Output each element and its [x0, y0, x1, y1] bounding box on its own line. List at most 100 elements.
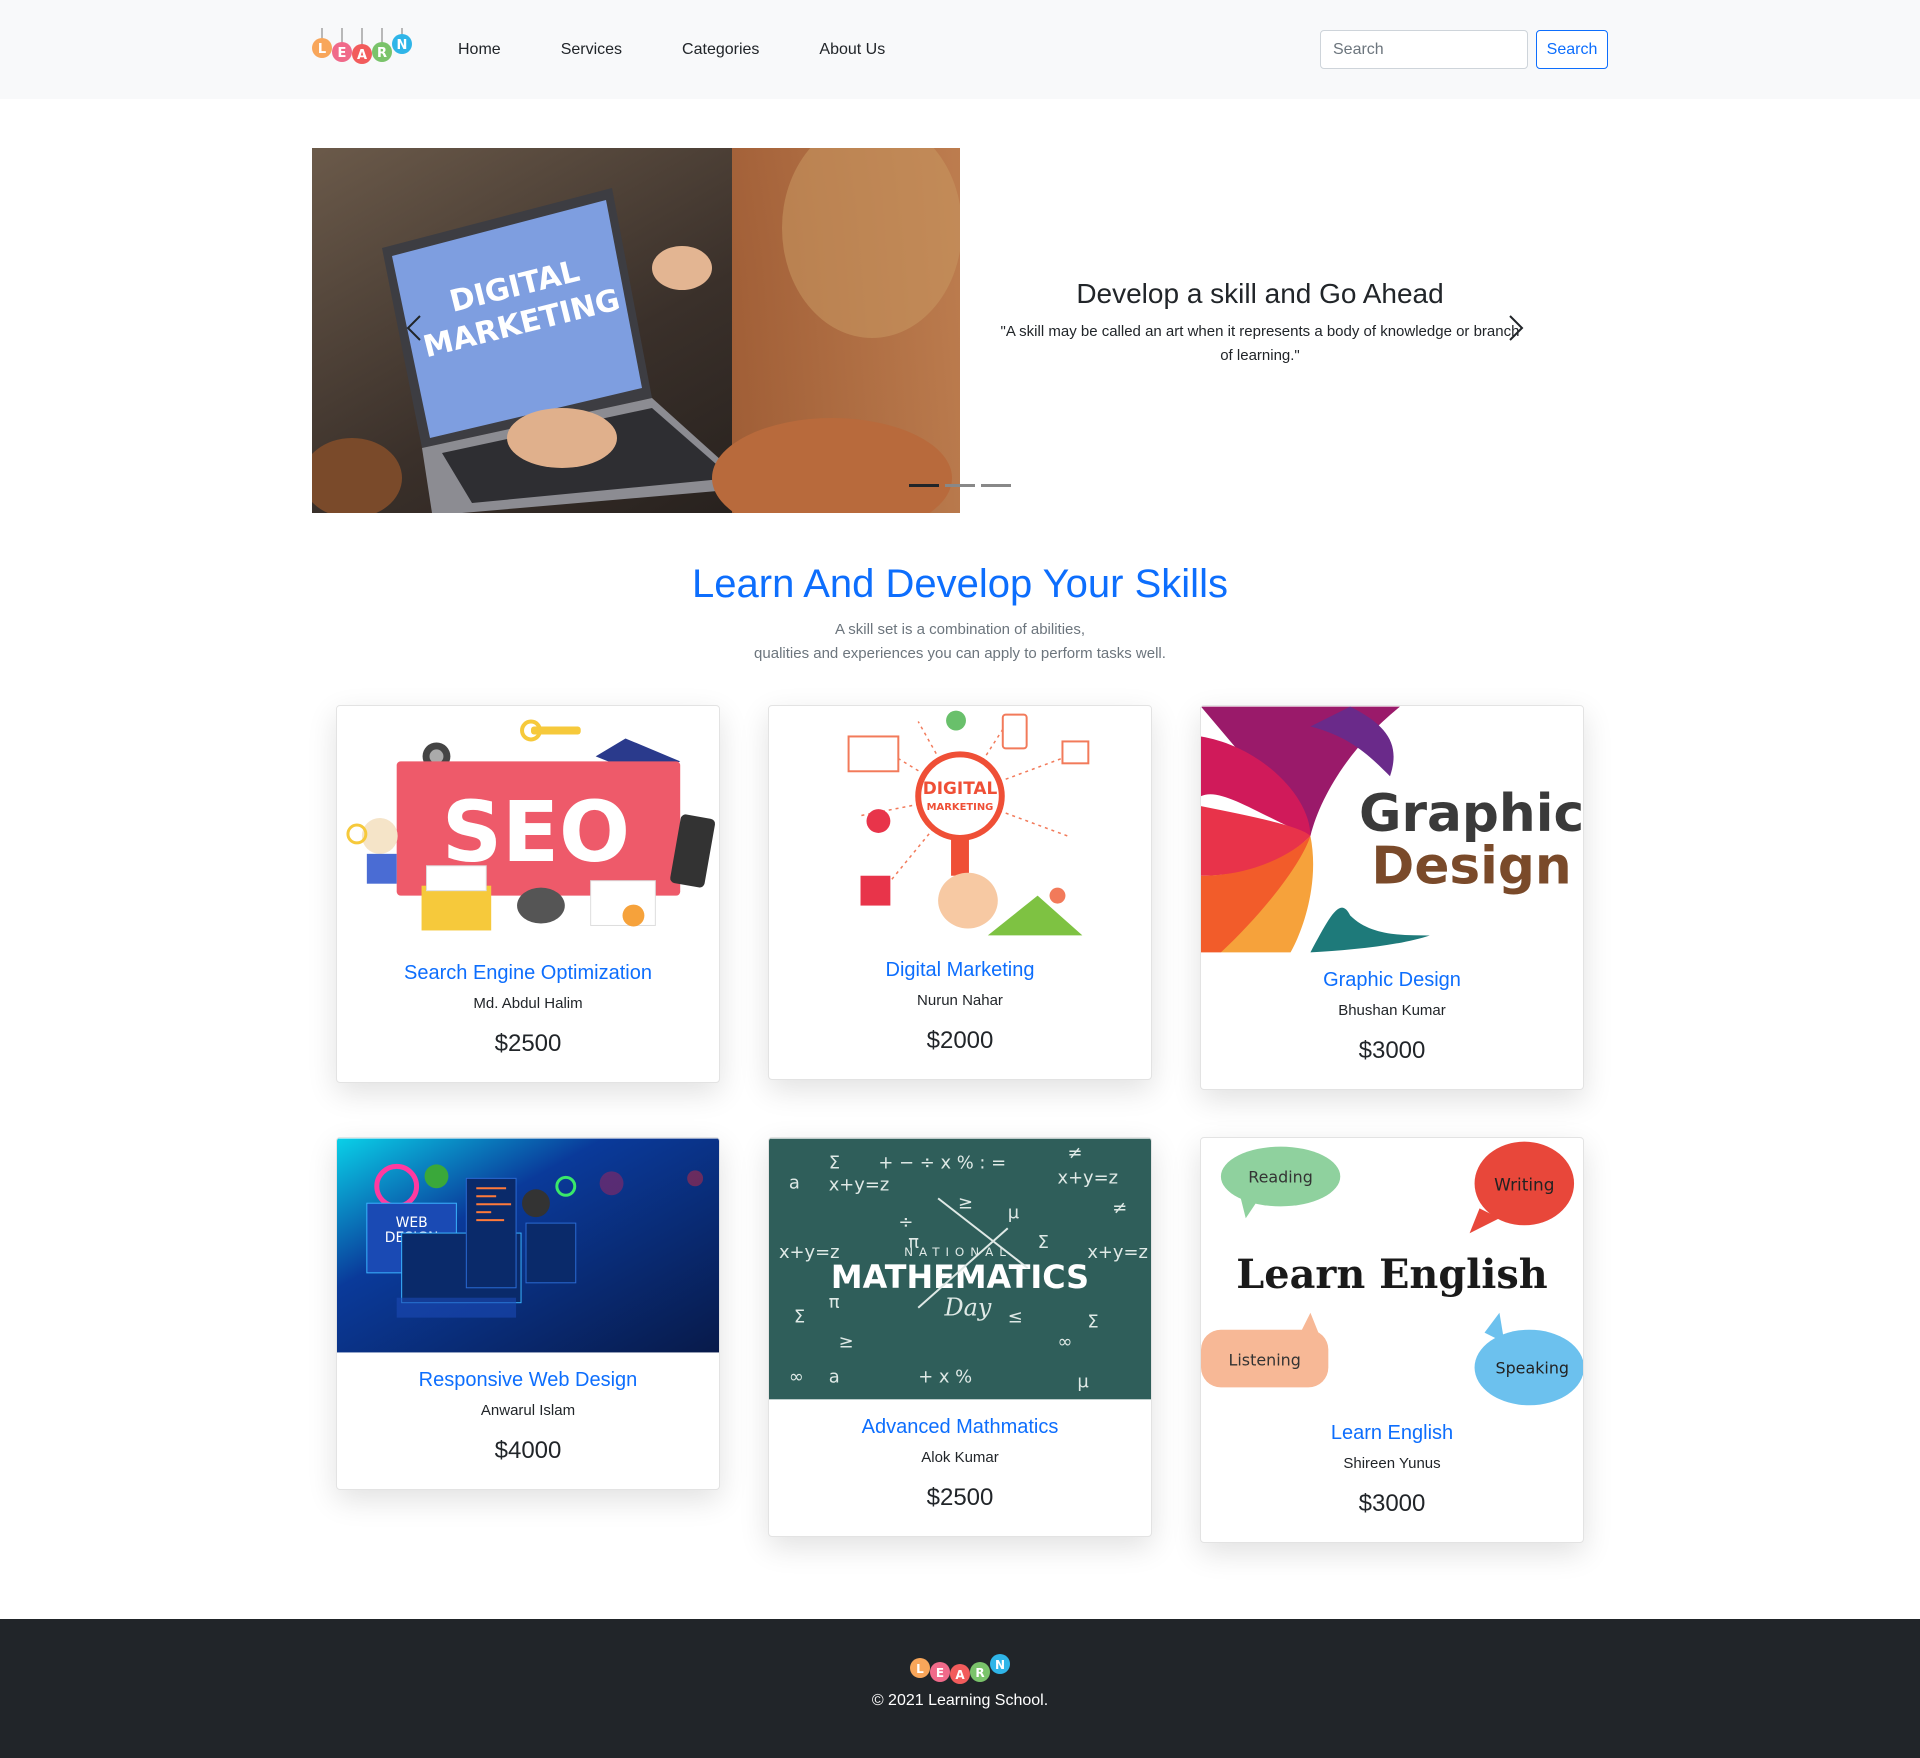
footer-logo[interactable]: L E A R N: [910, 1648, 1010, 1684]
course-image-digital-marketing: DIGITAL MARKETING: [769, 706, 1151, 943]
svg-text:a: a: [789, 1172, 800, 1193]
svg-text:x+y=z: x+y=z: [1087, 1242, 1148, 1263]
course-image-learn-english: Reading Writing Learn English Listening …: [1201, 1138, 1583, 1406]
course-card-body: Responsive Web Design Anwarul Islam $400…: [337, 1353, 719, 1489]
nav-links: Home Services Categories About Us: [458, 0, 945, 99]
course-card-responsive-web-design[interactable]: WEB DESIGN Responsive Web Design Anwarul…: [336, 1137, 720, 1490]
svg-text:Day: Day: [944, 1294, 992, 1322]
svg-text:Σ: Σ: [1087, 1312, 1098, 1333]
svg-text:+ x %: + x %: [918, 1366, 972, 1387]
course-author: Anwarul Islam: [480, 1402, 576, 1419]
seo-illustration: SEO: [337, 706, 719, 946]
course-card-advanced-mathmatics[interactable]: Σ + − ÷ x % : = ≠ a x+y=z x+y=z ≥ μ ÷ π Σ ≠ x+y=…: [768, 1137, 1152, 1537]
svg-text:N: N: [995, 1658, 1005, 1672]
course-title[interactable]: Search Engine Optimization: [337, 962, 719, 985]
carousel-indicator-1[interactable]: [909, 484, 939, 487]
svg-text:A: A: [955, 1668, 965, 1682]
carousel-indicators: [909, 484, 1017, 487]
svg-text:R: R: [377, 46, 387, 61]
section-subtitle-line-2: qualities and experiences you can apply …: [754, 645, 1166, 662]
carousel-next-button[interactable]: [1500, 308, 1530, 348]
graphic-design-image-text: Graphic: [1359, 784, 1583, 844]
svg-text:A: A: [357, 48, 367, 63]
course-author: Nurun Nahar: [917, 992, 1003, 1009]
hero-carousel: DIGITAL MARKETING Develop a skill and Go…: [312, 148, 1608, 513]
course-author: Alok Kumar: [921, 1449, 999, 1466]
chevron-right-icon: [1509, 315, 1524, 341]
svg-text:≥: ≥: [958, 1192, 973, 1213]
footer: L E A R N © 2021 Learning School.: [0, 1619, 1920, 1758]
svg-text:≠: ≠: [1112, 1197, 1127, 1218]
footer-copyright: © 2021 Learning School.: [871, 1692, 1049, 1709]
svg-text:MARKETING: MARKETING: [927, 802, 994, 813]
svg-text:Design: Design: [1371, 837, 1571, 897]
bubble-writing: Writing: [1494, 1174, 1554, 1194]
svg-text:≥: ≥: [839, 1332, 854, 1353]
course-price: $2000: [926, 1027, 994, 1054]
course-card-body: Advanced Mathmatics Alok Kumar $2500: [769, 1400, 1151, 1536]
svg-text:≠: ≠: [1067, 1143, 1082, 1164]
svg-text:Σ: Σ: [829, 1153, 840, 1174]
course-price: $4000: [494, 1437, 562, 1464]
carousel-indicator-3[interactable]: [981, 484, 1011, 487]
learn-logo[interactable]: L E A R N: [312, 26, 412, 66]
svg-text:Σ: Σ: [1038, 1232, 1049, 1253]
learn-logo-icon: L E A R N: [910, 1654, 1010, 1684]
svg-text:∞: ∞: [789, 1366, 804, 1387]
course-price: $3000: [1358, 1037, 1426, 1064]
course-author: Md. Abdul Halim: [473, 995, 583, 1012]
course-price: $3000: [1358, 1490, 1426, 1517]
course-title[interactable]: Learn English: [1201, 1422, 1583, 1445]
bubble-reading: Reading: [1248, 1167, 1313, 1186]
course-card-learn-english[interactable]: Reading Writing Learn English Listening …: [1200, 1137, 1584, 1543]
section-subtitle-line-1: A skill set is a combination of abilitie…: [834, 621, 1086, 638]
learn-english-illustration: Reading Writing Learn English Listening …: [1201, 1138, 1583, 1406]
svg-text:≤: ≤: [1008, 1307, 1023, 1328]
navbar-inner: L E A R N Home Services Categories About…: [312, 0, 1608, 99]
course-title[interactable]: Digital Marketing: [769, 959, 1151, 982]
bubble-speaking: Speaking: [1495, 1358, 1569, 1377]
course-author: Shireen Yunus: [1343, 1455, 1441, 1472]
course-image-seo: SEO: [337, 706, 719, 946]
course-card-body: Digital Marketing Nurun Nahar $2000: [769, 943, 1151, 1079]
svg-text:∞: ∞: [1057, 1332, 1072, 1353]
hero-quote: "A skill may be called an art when it re…: [1000, 323, 1520, 364]
svg-text:L: L: [916, 1662, 924, 1676]
course-price: $2500: [926, 1484, 994, 1511]
section-title: Learn And Develop Your Skills: [692, 562, 1228, 606]
course-image-graphic-design: Graphic Design: [1201, 706, 1583, 953]
svg-text:μ: μ: [1077, 1371, 1088, 1392]
course-title[interactable]: Graphic Design: [1201, 969, 1583, 992]
search-button[interactable]: Search: [1536, 30, 1608, 69]
mathematics-illustration: Σ + − ÷ x % : = ≠ a x+y=z x+y=z ≥ μ÷ π Σ≠ x+y=…: [769, 1138, 1151, 1400]
nav-link-home[interactable]: Home: [458, 41, 501, 59]
carousel-indicator-2[interactable]: [945, 484, 975, 487]
nav-link-categories[interactable]: Categories: [682, 41, 759, 59]
navbar: L E A R N Home Services Categories About…: [0, 0, 1920, 99]
search-input[interactable]: [1320, 30, 1528, 69]
course-card-body: Graphic Design Bhushan Kumar $3000: [1201, 953, 1583, 1089]
learn-logo-icon: L E A R N: [312, 28, 412, 64]
course-title[interactable]: Responsive Web Design: [337, 1369, 719, 1392]
svg-text:E: E: [936, 1666, 944, 1680]
course-card-body: Learn English Shireen Yunus $3000: [1201, 1406, 1583, 1542]
chevron-left-icon: [406, 315, 421, 341]
svg-text:R: R: [975, 1666, 984, 1680]
nav-link-about-us[interactable]: About Us: [819, 41, 885, 59]
course-card-digital-marketing[interactable]: DIGITAL MARKETING Digital Marketing Nuru…: [768, 705, 1152, 1080]
hero-title: Develop a skill and Go Ahead: [1076, 278, 1444, 309]
course-price: $2500: [494, 1030, 562, 1057]
svg-text:x+y=z: x+y=z: [1057, 1167, 1118, 1188]
carousel-prev-button[interactable]: [400, 308, 430, 348]
course-card-seo[interactable]: SEO Search Engine Optimization Md. Abdul…: [336, 705, 720, 1083]
bubble-listening: Listening: [1229, 1351, 1301, 1370]
svg-text:N: N: [397, 38, 408, 53]
graphic-design-illustration: Graphic Design: [1201, 706, 1583, 953]
hero-caption: Develop a skill and Go Ahead "A skill ma…: [1000, 278, 1520, 368]
course-card-graphic-design[interactable]: Graphic Design Graphic Design Bhushan Ku…: [1200, 705, 1584, 1090]
course-title[interactable]: Advanced Mathmatics: [769, 1416, 1151, 1439]
svg-text:x+y=z: x+y=z: [829, 1174, 890, 1195]
course-image-mathematics: Σ + − ÷ x % : = ≠ a x+y=z x+y=z ≥ μ ÷ π Σ ≠ x+y=…: [769, 1138, 1151, 1400]
nav-link-services[interactable]: Services: [561, 41, 622, 59]
svg-text:DIGITAL: DIGITAL: [923, 778, 998, 798]
